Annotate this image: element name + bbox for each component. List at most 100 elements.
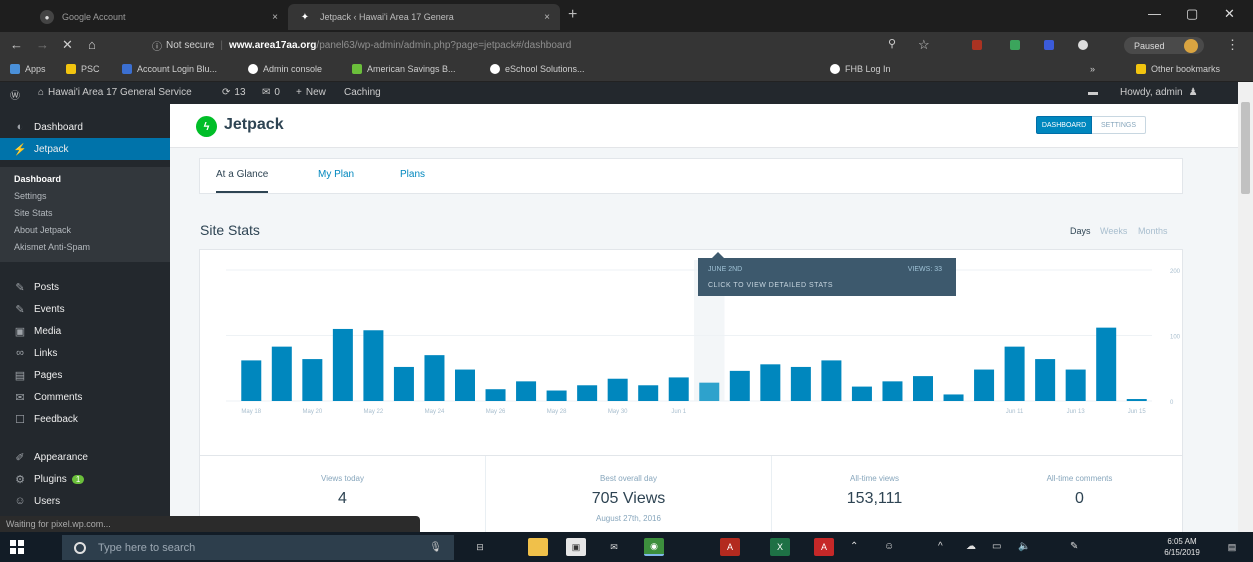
page-scrollbar[interactable] xyxy=(1238,82,1253,532)
sidebar-item-pages[interactable]: ▤ Pages xyxy=(0,364,170,386)
chevron-up-icon[interactable]: ⌃ xyxy=(850,541,858,552)
search-icon[interactable]: ⚲ xyxy=(888,37,896,50)
sidebar-item-dashboard[interactable]: ◐ Dashboard xyxy=(0,116,170,138)
chart-bar[interactable] xyxy=(1004,346,1025,401)
mail-icon[interactable]: ✉ xyxy=(604,538,624,556)
submenu-about-jetpack[interactable]: About Jetpack xyxy=(14,225,71,235)
chart-bar[interactable] xyxy=(1065,369,1086,401)
sidebar-item-feedback[interactable]: ☐ Feedback xyxy=(0,408,170,430)
extension-icon[interactable] xyxy=(972,40,982,50)
store-icon[interactable]: ▣ xyxy=(566,538,586,556)
sidebar-item-plugins[interactable]: ⚙ Plugins 1 xyxy=(0,468,170,490)
chrome-icon[interactable]: ◉ xyxy=(644,538,664,556)
chart-bar[interactable] xyxy=(943,394,964,401)
notifications-icon[interactable]: ▤ xyxy=(1222,538,1242,556)
battery-icon[interactable]: ▭ xyxy=(992,541,1001,552)
howdy-link[interactable]: Howdy, admin ♟ xyxy=(1120,87,1198,98)
chart-bar[interactable] xyxy=(363,330,384,401)
period-days[interactable]: Days xyxy=(1070,226,1091,236)
chart-bar[interactable] xyxy=(699,382,720,401)
chart-bar[interactable] xyxy=(393,366,414,401)
volume-icon[interactable]: 🔈 xyxy=(1018,541,1030,552)
chart-bar[interactable] xyxy=(485,389,506,401)
chart-bar[interactable] xyxy=(821,360,842,401)
bookmark-american-savings[interactable]: American Savings B... xyxy=(352,64,456,74)
new-tab-button[interactable]: + xyxy=(568,6,577,24)
chart-bar[interactable] xyxy=(271,346,292,401)
chart-bar[interactable] xyxy=(974,369,995,401)
tab-at-a-glance[interactable]: At a Glance xyxy=(216,159,269,193)
back-button[interactable]: ← xyxy=(10,37,23,52)
submenu-site-stats[interactable]: Site Stats xyxy=(14,208,53,218)
taskbar-search-input[interactable]: Type here to search 🎙 xyxy=(62,535,454,560)
site-name-link[interactable]: ⌂ Hawai'i Area 17 General Service xyxy=(38,87,192,98)
tab-jetpack[interactable]: ✦ Jetpack ‹ Hawai'i Area 17 Genera × xyxy=(288,4,560,30)
close-icon[interactable]: × xyxy=(544,12,550,23)
chart-bar[interactable] xyxy=(760,364,781,401)
chart-bar[interactable] xyxy=(424,355,445,401)
new-content-link[interactable]: + New xyxy=(296,87,326,98)
star-icon[interactable]: ☆ xyxy=(918,37,930,53)
chart-bar[interactable] xyxy=(1035,359,1056,401)
bookmark-eschool[interactable]: eSchool Solutions... xyxy=(490,64,585,74)
updates-link[interactable]: ⟳ 13 xyxy=(222,87,246,98)
sidebar-item-media[interactable]: ▣ Media xyxy=(0,320,170,342)
tooltip-detailed-stats-link[interactable]: CLICK TO VIEW DETAILED STATS xyxy=(708,282,833,289)
extension-shield-icon[interactable] xyxy=(1010,40,1020,50)
wordpress-icon[interactable]: Ⓦ xyxy=(10,87,20,102)
tray-expand-icon[interactable]: ^ xyxy=(938,541,943,552)
caching-link[interactable]: Caching xyxy=(344,87,381,98)
bookmark-account-login[interactable]: Account Login Blu... xyxy=(122,64,217,74)
tab-plans[interactable]: Plans xyxy=(400,159,425,193)
settings-button[interactable]: SETTINGS xyxy=(1092,116,1146,134)
extension-icon[interactable] xyxy=(1078,40,1088,50)
profile-button[interactable]: Paused xyxy=(1124,37,1204,54)
home-button[interactable]: ⌂ xyxy=(88,37,96,52)
chart-bar[interactable] xyxy=(668,377,689,401)
sidebar-item-jetpack[interactable]: ⚡ Jetpack xyxy=(0,138,170,160)
chart-bar[interactable] xyxy=(1096,327,1117,401)
submenu-akismet[interactable]: Akismet Anti-Spam xyxy=(14,242,90,252)
chart-bar[interactable] xyxy=(332,328,353,401)
sidebar-item-comments[interactable]: ✉ Comments xyxy=(0,386,170,408)
bookmark-fhb[interactable]: FHB Log In xyxy=(830,64,891,74)
menu-icon[interactable]: ⋮ xyxy=(1226,37,1239,53)
tab-google-account[interactable]: ● Google Account × xyxy=(30,4,288,30)
submenu-dashboard[interactable]: Dashboard xyxy=(14,174,61,184)
acrobat-icon[interactable]: A xyxy=(720,538,740,556)
scrollbar-thumb[interactable] xyxy=(1241,102,1250,194)
bookmark-other[interactable]: Other bookmarks xyxy=(1136,64,1220,74)
chart-bar[interactable] xyxy=(882,381,903,401)
chart-bar[interactable] xyxy=(546,390,567,401)
submenu-settings[interactable]: Settings xyxy=(14,191,47,201)
file-explorer-icon[interactable] xyxy=(528,538,548,556)
forward-button[interactable]: → xyxy=(36,37,49,52)
excel-icon[interactable]: X xyxy=(770,538,790,556)
chart-bar[interactable] xyxy=(302,359,323,401)
screen-icon[interactable]: ▬ xyxy=(1088,87,1098,98)
task-view-icon[interactable]: ⊟ xyxy=(470,538,490,556)
microphone-icon[interactable]: 🎙 xyxy=(429,542,442,553)
sidebar-item-users[interactable]: ☺ Users xyxy=(0,490,170,512)
windows-start-icon[interactable] xyxy=(10,540,24,554)
minimize-button[interactable]: — xyxy=(1148,6,1161,21)
sidebar-item-events[interactable]: ✎ Events xyxy=(0,298,170,320)
maximize-button[interactable]: ▢ xyxy=(1186,6,1198,22)
people-icon[interactable]: ☺ xyxy=(884,541,894,552)
pen-icon[interactable]: ✎ xyxy=(1070,541,1078,552)
extension-icon[interactable] xyxy=(1044,40,1054,50)
period-months[interactable]: Months xyxy=(1138,226,1168,236)
taskbar-clock[interactable]: 6:05 AM 6/15/2019 xyxy=(1160,536,1204,558)
url-field[interactable]: ⓘ Not secure | www.area17aa.org /panel63… xyxy=(152,35,972,55)
chart-bar[interactable] xyxy=(1126,399,1147,401)
chevron-right-icon[interactable]: » xyxy=(1090,64,1095,74)
bookmark-apps[interactable]: Apps xyxy=(10,64,46,74)
chart-tooltip[interactable]: JUNE 2ND VIEWS: 33 CLICK TO VIEW DETAILE… xyxy=(698,252,956,296)
chart-bar[interactable] xyxy=(516,381,537,401)
sidebar-item-posts[interactable]: ✎ Posts xyxy=(0,276,170,298)
network-icon[interactable]: ☁ xyxy=(966,541,976,552)
sidebar-item-links[interactable]: ∞ Links xyxy=(0,342,170,364)
comments-link[interactable]: ✉ 0 xyxy=(262,87,280,98)
stop-button[interactable]: ✕ xyxy=(62,37,73,53)
chart-bar[interactable] xyxy=(241,360,262,401)
